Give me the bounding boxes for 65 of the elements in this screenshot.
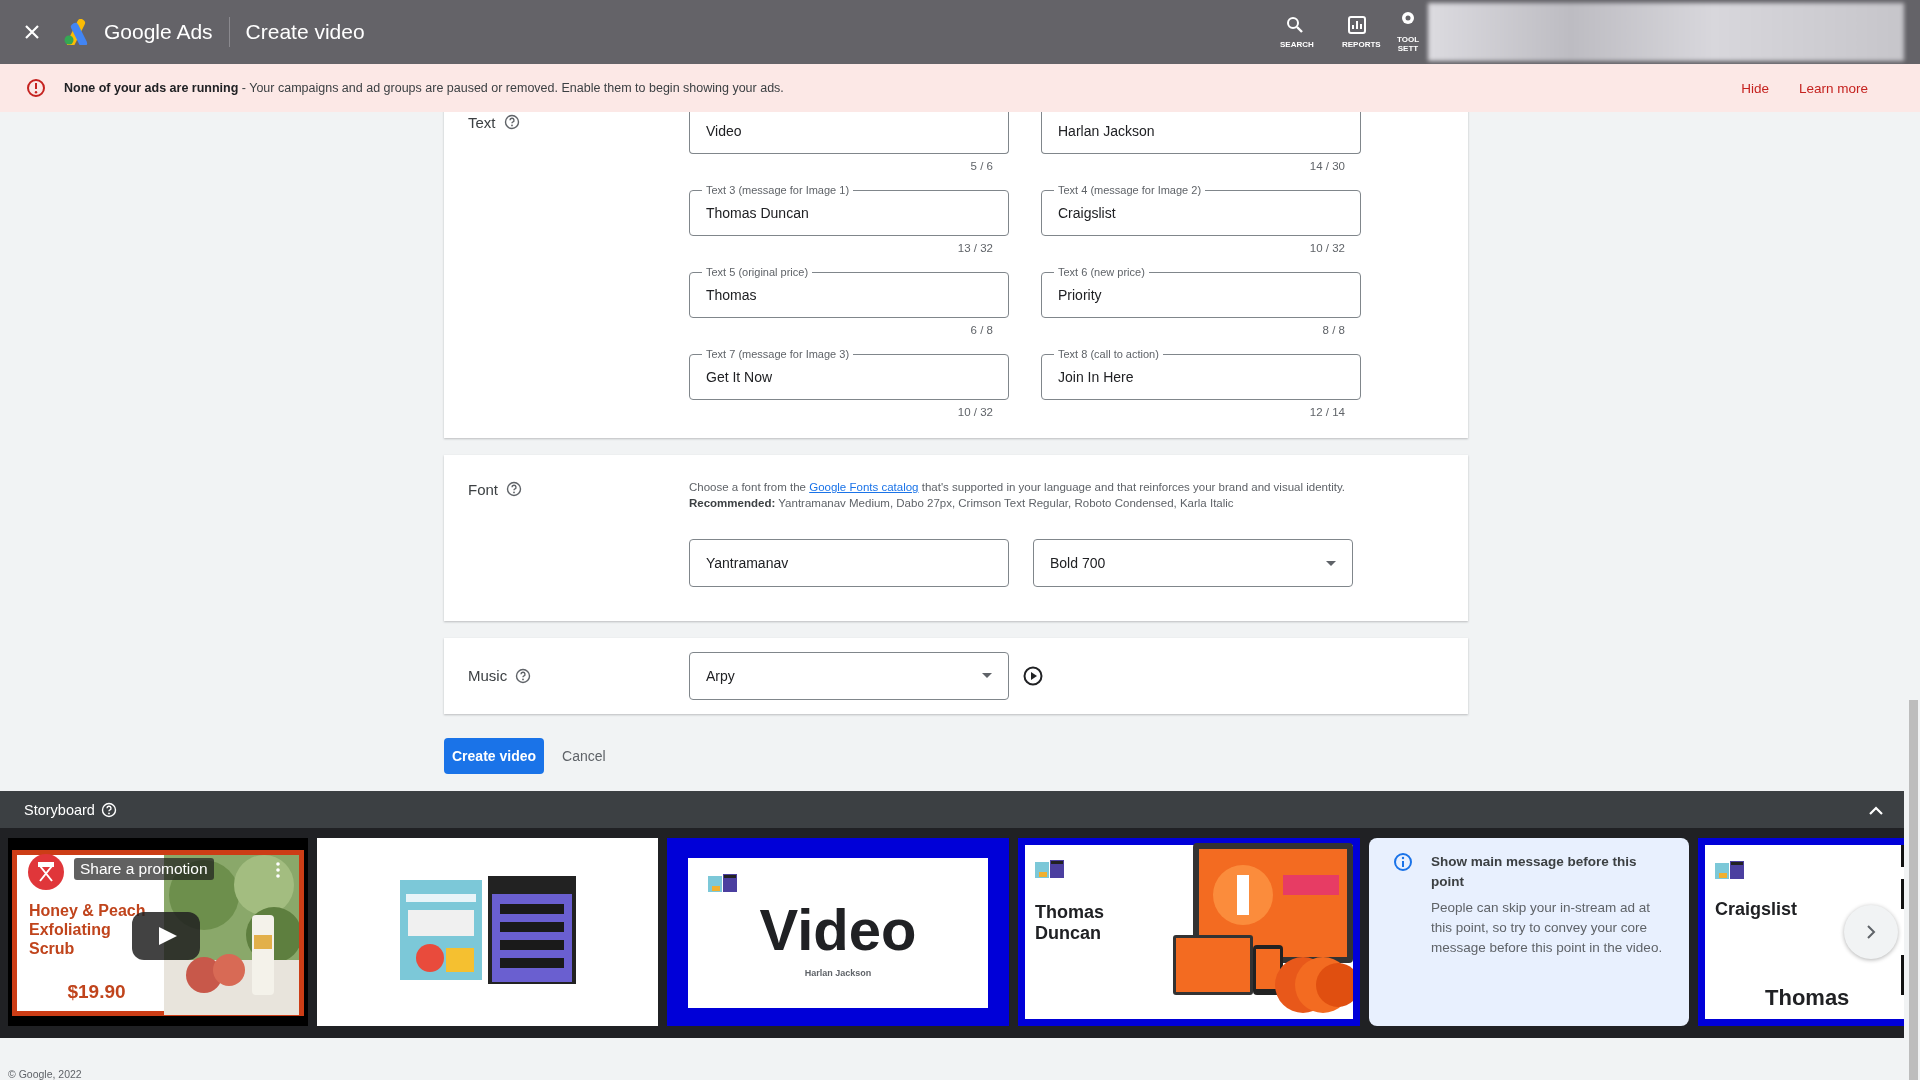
play-icon[interactable]	[1023, 665, 1043, 686]
info-title: Show main message before this point	[1431, 853, 1638, 891]
field-label: Text 7 (message for Image 3)	[702, 347, 854, 361]
chevron-right-icon	[1866, 924, 1876, 940]
slide-title: Video	[759, 898, 917, 962]
info-text: People can skip your in-stream ad at this point, so try to convey your core message before this point in the video.	[1431, 899, 1664, 957]
character-counter: 5 / 6	[969, 160, 994, 174]
storyboard-title: Storyboard	[24, 801, 95, 818]
toolbar-button[interactable]: TOOL SETT	[1388, 11, 1428, 53]
dropdown[interactable]: Arpy	[689, 651, 1009, 700]
cancel-button[interactable]: Cancel	[552, 738, 616, 774]
slide-text: Craigslist	[1715, 899, 1799, 920]
help-icon[interactable]	[503, 114, 520, 130]
slide-text: Thomas Duncan	[1035, 902, 1105, 944]
character-counter: 6 / 8	[969, 324, 994, 338]
field-label: Text 8 (call to action)	[1054, 347, 1163, 361]
storyboard-frame[interactable]: Craigslist Thomas	[1698, 838, 1904, 1026]
character-counter: 10 / 32	[1308, 242, 1346, 256]
caret-icon	[982, 673, 992, 679]
character-counter: 8 / 8	[1321, 324, 1346, 338]
toolbar-button[interactable]: REPORTS	[1326, 15, 1388, 49]
storyboard-frame[interactable]	[317, 838, 658, 1026]
character-counter: 13 / 32	[956, 242, 994, 256]
field-label: Text 6 (new price)	[1054, 265, 1149, 279]
input-field[interactable]: Video	[689, 112, 1009, 154]
section-label: Text	[468, 113, 496, 131]
recommended-text: Recommended: Yantramanav Medium, Dabo 27px, Crimson Text Regular, Roboto Condensed, Karla Italic	[689, 496, 1235, 511]
field-label: Text 4 (message for Image 2)	[1054, 183, 1206, 197]
dropdown[interactable]: Bold 700	[1033, 539, 1353, 587]
character-counter: 10 / 32	[956, 406, 994, 420]
error-icon	[26, 78, 46, 98]
info-icon	[1393, 852, 1413, 872]
input-field[interactable]: Harlan Jackson	[1041, 112, 1361, 154]
section-label: Font	[468, 480, 498, 498]
toolbar-button[interactable]: SEARCH	[1264, 15, 1326, 49]
chevron-up-icon[interactable]	[1868, 804, 1884, 815]
close-icon[interactable]	[24, 24, 40, 40]
field-label: Text 3 (message for Image 1)	[702, 183, 854, 197]
channel-avatar-icon	[28, 854, 64, 890]
alert-link[interactable]: Learn more	[1798, 80, 1868, 96]
product-price: $19.90	[66, 981, 127, 1003]
product-headline: Honey & Peach Exfoliating Scrub	[29, 901, 147, 958]
section-label: Music	[468, 667, 508, 685]
slide-price: Thomas	[1765, 985, 1851, 1011]
field-label: Text 5 (original price)	[702, 265, 813, 279]
bar-chart-icon	[1348, 15, 1366, 34]
storyboard-frame[interactable]: Video Harlan Jackson	[667, 838, 1009, 1026]
slide-subtitle: Harlan Jackson	[804, 968, 872, 978]
help-icon[interactable]	[515, 667, 532, 684]
help-icon[interactable]	[506, 481, 522, 497]
page-title: Create video	[245, 20, 365, 44]
scrollbar[interactable]	[1909, 700, 1918, 1080]
search-icon	[1286, 15, 1304, 34]
caret-icon	[1326, 560, 1336, 566]
alert-link[interactable]: Hide	[1741, 80, 1769, 96]
product-name: Google Ads	[104, 20, 213, 44]
input-field[interactable]: Yantramanav	[689, 539, 1009, 587]
alert-message: None of your ads are running - Your campaigns and ad groups are paused or removed. Enable them to begin showing your ads.	[64, 81, 784, 95]
fonts-link[interactable]: Google Fonts catalog	[809, 481, 919, 493]
copyright-text: © Google, 2022	[7, 1067, 83, 1080]
character-counter: 14 / 30	[1308, 160, 1346, 174]
storyboard-frame[interactable]: Thomas Duncan	[1018, 838, 1360, 1026]
create-video-button[interactable]: Create video	[444, 738, 545, 774]
character-counter: 12 / 14	[1308, 406, 1346, 420]
help-text: Choose a font from the Google Fonts catalog that's supported in your language and that reinforces your brand and visual identity.	[689, 480, 1346, 495]
